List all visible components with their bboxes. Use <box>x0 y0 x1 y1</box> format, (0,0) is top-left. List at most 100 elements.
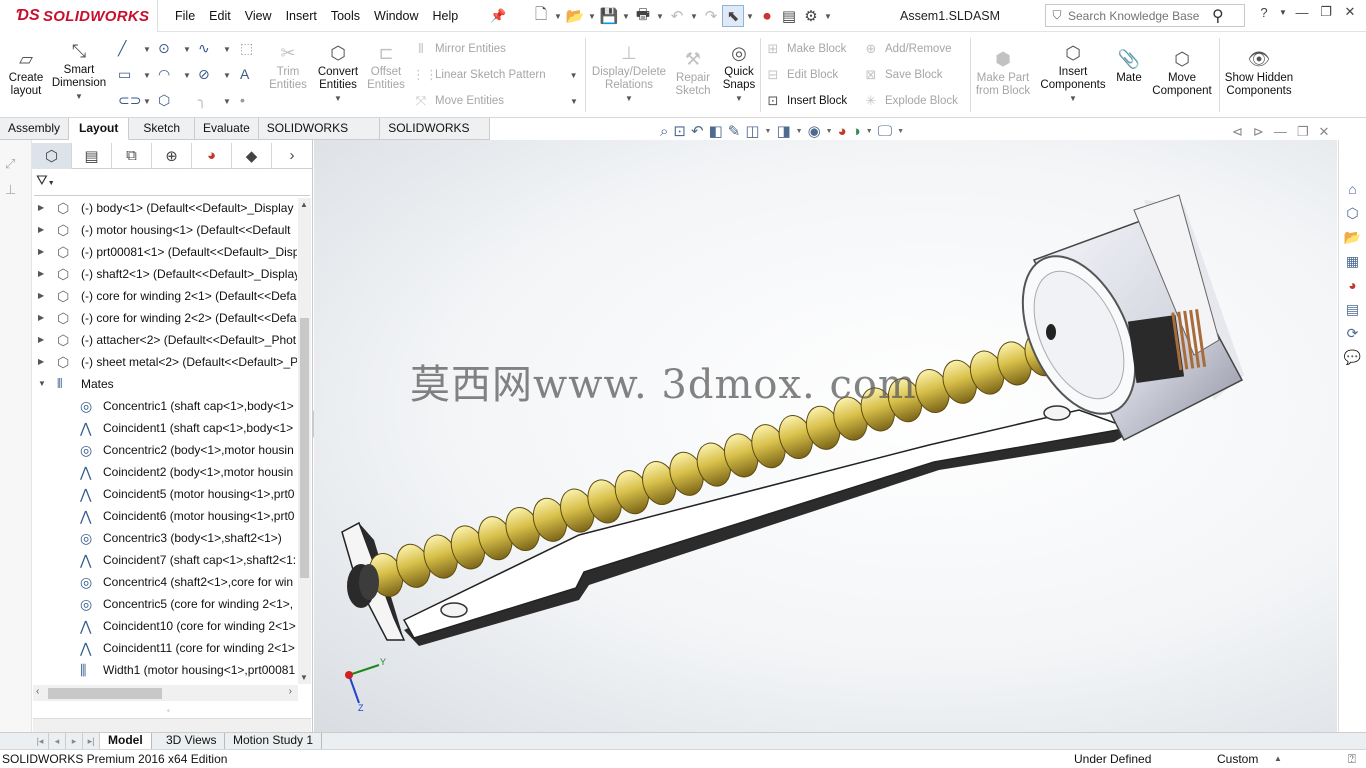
tree-item-mates[interactable]: ▼ ⫴ Mates <box>33 373 297 395</box>
menu-window[interactable]: Window <box>374 9 418 23</box>
panel-splitter[interactable] <box>33 718 311 732</box>
display-delete-relations-button[interactable]: ⊥ Display/Delete Relations ▼ <box>588 42 670 105</box>
tree-item-mate[interactable]: ◎ Concentric1 (shaft cap<1>,body<1> <box>33 395 297 417</box>
file-explorer-icon[interactable]: 📂 <box>1342 226 1364 248</box>
edit-block-button[interactable]: ⊟ Edit Block <box>764 65 839 85</box>
tree-item-component[interactable]: ▶ ⬡ (-) shaft2<1> (Default<<Default>_Displ… <box>33 263 297 285</box>
apply-scene-icon[interactable]: ◑ <box>852 123 861 140</box>
status-help-icon[interactable]: ⍰ <box>1348 751 1356 767</box>
explode-block-button[interactable]: ✳ Explode Block <box>862 91 958 111</box>
linear-sketch-pattern-button[interactable]: ⋮⋮ Linear Sketch Pattern ▼ <box>412 65 578 85</box>
make-block-button[interactable]: ⊞ Make Block <box>764 39 847 59</box>
redo-icon[interactable]: ↷ <box>700 5 722 27</box>
rectangle-dropdown[interactable]: ▼ <box>143 71 151 80</box>
solidworks-logo[interactable]: ƊS SOLIDWORKS <box>0 0 158 32</box>
scroll-right-icon[interactable]: › <box>289 686 292 697</box>
design-library-icon[interactable]: ⬡ <box>1342 202 1364 224</box>
scroll-up-icon[interactable]: ▲ <box>300 200 308 209</box>
display-manager-tab-icon[interactable]: ◕ <box>192 142 232 169</box>
tab-motion-study[interactable]: Motion Study 1 <box>225 733 323 749</box>
dimension-icon[interactable]: ⊥ <box>5 182 16 198</box>
search-input[interactable] <box>1068 8 1208 23</box>
fillet-dropdown[interactable]: ▼ <box>223 97 231 106</box>
search-box[interactable]: ⛉ ⚲ <box>1045 4 1245 27</box>
tree-item-component[interactable]: ▶ ⬡ (-) attacher<2> (Default<<Default>_Pho… <box>33 329 297 351</box>
quick-snaps-button[interactable]: ◎ Quick Snaps ▼ <box>716 42 762 105</box>
help-icon[interactable]: ? <box>1252 5 1276 20</box>
tree-item-mate[interactable]: ⫼ Width1 (motor housing<1>,prt00081 <box>33 659 297 681</box>
repair-sketch-button[interactable]: ⚒ Repair Sketch <box>670 48 716 98</box>
help-dropdown[interactable]: ▼ <box>1276 8 1290 17</box>
view-palette-icon[interactable]: ▦ <box>1342 250 1364 272</box>
pin-icon[interactable]: 📌 <box>490 8 506 24</box>
options-gear-icon[interactable]: ⚙ <box>800 5 822 27</box>
tree-item-mate[interactable]: ◎ Concentric5 (core for winding 2<1>, <box>33 593 297 615</box>
point-icon[interactable]: • <box>240 92 245 108</box>
menu-tools[interactable]: Tools <box>331 9 360 23</box>
motor-housing[interactable] <box>1000 194 1244 442</box>
appearances-icon[interactable]: ◕ <box>1342 274 1364 296</box>
dimxpert-tab-icon[interactable]: ⊕ <box>152 142 192 169</box>
convert-dropdown[interactable]: ▼ <box>312 92 364 105</box>
restore-icon[interactable]: ❐ <box>1314 4 1338 20</box>
circle-icon[interactable]: ⊙ <box>158 40 170 57</box>
tab-layout[interactable]: Layout <box>69 118 130 140</box>
viewport-restore-icon[interactable]: ❐ <box>1297 124 1309 140</box>
scroll-left-icon[interactable]: ‹ <box>36 686 39 697</box>
menu-file[interactable]: File <box>175 9 195 23</box>
unit-system-dropdown-icon[interactable]: ▲ <box>1274 754 1282 763</box>
move-component-button[interactable]: ⬡ Move Component <box>1148 48 1216 98</box>
offset-entities-button[interactable]: ⊏ Offset Entities <box>364 42 408 92</box>
viewport-close-icon[interactable]: ✕ <box>1318 124 1329 140</box>
move-entities-button[interactable]: ⤧ Move Entities ▼ <box>412 91 578 111</box>
undo-dropdown[interactable]: ▼ <box>688 12 700 21</box>
slot-icon[interactable]: ⊂⊃ <box>118 92 141 109</box>
expand-arrow-icon[interactable]: ▶ <box>38 307 44 329</box>
viewport-next-icon[interactable]: ⊳ <box>1253 124 1264 140</box>
expand-arrow-icon[interactable]: ▶ <box>38 263 44 285</box>
tab-addins[interactable]: SOLIDWORKS Add-Ins <box>259 118 381 156</box>
view-settings-icon[interactable]: 🖵 <box>878 123 892 140</box>
arc-icon[interactable]: ◠ <box>158 66 170 83</box>
convert-entities-button[interactable]: ⬡ Convert Entities ▼ <box>312 42 364 105</box>
configuration-manager-tab-icon[interactable]: ⧉ <box>112 142 152 169</box>
expand-arrow-icon[interactable]: ▶ <box>38 241 44 263</box>
menu-help[interactable]: Help <box>433 9 459 23</box>
make-part-from-block-button[interactable]: ⬢ Make Part from Block <box>972 48 1034 98</box>
slot-dropdown[interactable]: ▼ <box>143 97 151 106</box>
scroll-down-icon[interactable]: ▼ <box>300 673 308 682</box>
search-icon[interactable]: ⚲ <box>1212 6 1224 26</box>
scene-dropdown[interactable]: ▼ <box>866 128 873 135</box>
insert-block-button[interactable]: ⊡ Insert Block <box>764 91 848 111</box>
tab-sketch[interactable]: Sketch <box>129 118 196 140</box>
insert-components-dropdown[interactable]: ▼ <box>1036 92 1110 105</box>
tree-item-mate[interactable]: ⋀ Coincident7 (shaft cap<1>,shaft2<1: <box>33 549 297 571</box>
ellipse-dropdown[interactable]: ▼ <box>223 71 231 80</box>
spline-dropdown[interactable]: ▼ <box>223 45 231 54</box>
close-icon[interactable]: ✕ <box>1338 4 1362 20</box>
tab-evaluate[interactable]: Evaluate <box>195 118 259 140</box>
tab-assembly[interactable]: Assembly <box>0 118 70 140</box>
menu-edit[interactable]: Edit <box>209 9 231 23</box>
circle-dropdown[interactable]: ▼ <box>183 45 191 54</box>
cam-tab-icon[interactable]: ◆ <box>232 142 272 169</box>
save-icon[interactable]: 💾 <box>598 5 620 27</box>
mirror-entities-button[interactable]: ⫴ Mirror Entities <box>412 39 506 59</box>
home-icon[interactable]: ⌂ <box>1342 178 1364 200</box>
file-properties-icon[interactable]: ▤ <box>778 5 800 27</box>
print-dropdown[interactable]: ▼ <box>654 12 666 21</box>
construction-geometry-icon[interactable]: ⬚ <box>240 40 253 57</box>
collapse-arrow-icon[interactable]: ▼ <box>38 373 46 395</box>
tree-item-mate[interactable]: ⋀ Coincident2 (body<1>,motor housin <box>33 461 297 483</box>
zoom-to-fit-icon[interactable]: ⌕ <box>660 123 668 140</box>
horizontal-scroll-thumb[interactable] <box>48 688 162 699</box>
panel-expand-arrow-icon[interactable]: › <box>272 143 312 169</box>
new-document-icon[interactable]: 🗋 <box>530 5 552 27</box>
tree-item-component[interactable]: ▶ ⬡ (-) core for winding 2<2> (Default<<De… <box>33 307 297 329</box>
traffic-light-icon[interactable]: ⏺ <box>756 5 778 27</box>
vertical-scroll-thumb[interactable] <box>300 318 309 578</box>
tree-item-component[interactable]: ▶ ⬡ (-) prt00081<1> (Default<<Default>_Dis… <box>33 241 297 263</box>
tree-item-mate[interactable]: ⋀ Coincident11 (core for winding 2<1> <box>33 637 297 659</box>
select-arrow-icon[interactable]: ⬉ <box>722 5 744 27</box>
options-dropdown[interactable]: ▼ <box>822 12 834 21</box>
